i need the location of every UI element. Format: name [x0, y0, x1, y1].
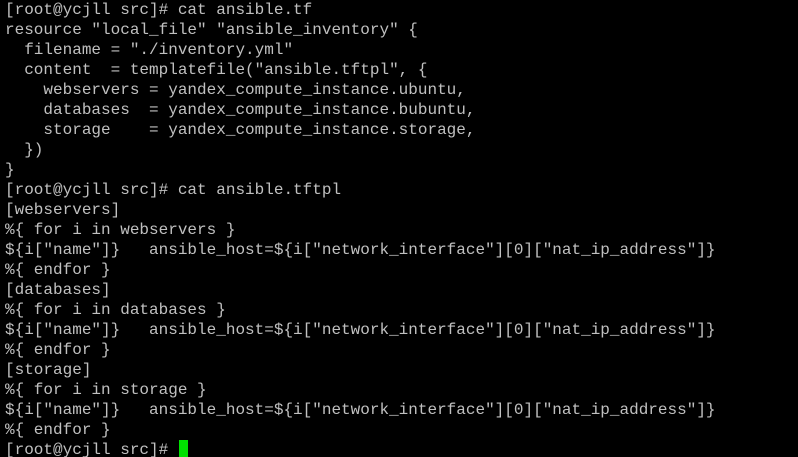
terminal-line: webservers = yandex_compute_instance.ubu…: [5, 81, 466, 99]
terminal-line: }: [5, 161, 15, 179]
terminal-line: resource "local_file" "ansible_inventory…: [5, 21, 418, 39]
terminal-line: [root@ycjll src]# cat ansible.tftpl: [5, 181, 342, 199]
terminal-line: [root@ycjll src]# cat ansible.tf: [5, 1, 313, 19]
terminal-line: content = templatefile("ansible.tftpl", …: [5, 61, 428, 79]
terminal-line: [webservers]: [5, 201, 121, 219]
terminal-line: %{ for i in databases }: [5, 301, 226, 319]
terminal-window[interactable]: [root@ycjll src]# cat ansible.tf resourc…: [0, 0, 798, 457]
terminal-line: %{ for i in webservers }: [5, 221, 236, 239]
terminal-line: %{ endfor }: [5, 341, 111, 359]
terminal-line: [databases]: [5, 281, 111, 299]
block-cursor-icon: [178, 440, 188, 457]
terminal-line: filename = "./inventory.yml": [5, 41, 294, 59]
terminal-line: %{ endfor }: [5, 421, 111, 439]
prompt-line[interactable]: [root@ycjll src]#: [5, 440, 798, 457]
terminal-line: storage = yandex_compute_instance.storag…: [5, 121, 476, 139]
terminal-line: ${i["name"]} ansible_host=${i["network_i…: [5, 401, 716, 419]
shell-prompt: [root@ycjll src]#: [5, 441, 178, 457]
terminal-line: %{ for i in storage }: [5, 381, 207, 399]
terminal-line: [storage]: [5, 361, 92, 379]
terminal-line: ${i["name"]} ansible_host=${i["network_i…: [5, 241, 716, 259]
terminal-line: ${i["name"]} ansible_host=${i["network_i…: [5, 321, 716, 339]
terminal-line: }): [5, 141, 44, 159]
terminal-line: databases = yandex_compute_instance.bubu…: [5, 101, 476, 119]
terminal-line: %{ endfor }: [5, 261, 111, 279]
